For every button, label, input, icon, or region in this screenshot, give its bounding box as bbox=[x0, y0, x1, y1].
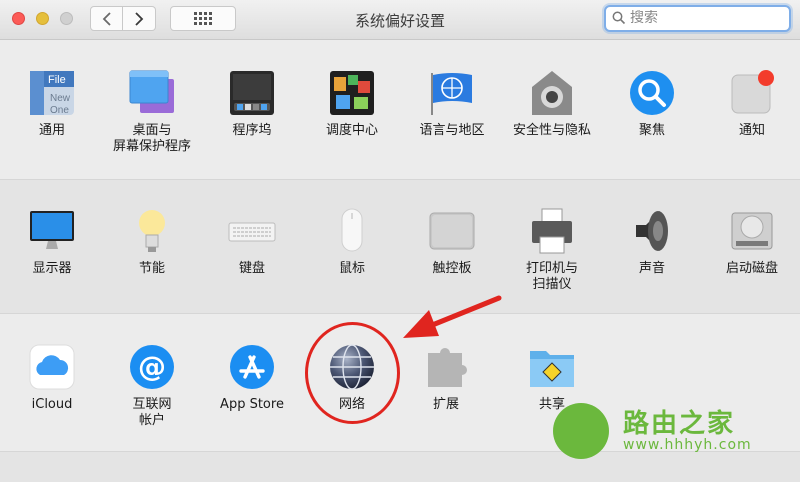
pref-keyboard[interactable]: 键盘 bbox=[204, 207, 300, 277]
pref-label: 启动磁盘 bbox=[725, 261, 778, 276]
pref-label: 扩展 bbox=[432, 397, 459, 412]
pref-label: 安全性与隐私 bbox=[512, 123, 591, 138]
displays-icon bbox=[30, 211, 74, 249]
mission-control-icon bbox=[330, 71, 374, 115]
icloud-icon bbox=[29, 344, 75, 390]
annotation-arrow-icon bbox=[403, 295, 502, 338]
pref-label: 桌面与 屏幕保护程序 bbox=[112, 123, 191, 154]
search-icon bbox=[612, 11, 626, 25]
pref-label: iCloud bbox=[31, 397, 73, 412]
pref-label: 节能 bbox=[138, 261, 165, 276]
pref-printers-scanners[interactable]: 打印机与 扫描仪 bbox=[504, 207, 600, 293]
dock-icon bbox=[230, 71, 274, 115]
spotlight-icon bbox=[630, 71, 674, 115]
pref-startup-disk[interactable]: 启动磁盘 bbox=[704, 207, 800, 277]
pref-icloud[interactable]: iCloud bbox=[4, 343, 100, 413]
pref-label: 程序坞 bbox=[232, 123, 272, 138]
svg-text:New: New bbox=[50, 93, 71, 104]
speaker-icon bbox=[636, 211, 668, 251]
mouse-icon bbox=[341, 208, 363, 252]
pref-general[interactable]: File New One 通用 bbox=[4, 69, 100, 139]
pref-label: 聚焦 bbox=[638, 123, 665, 138]
puzzle-piece-icon bbox=[428, 347, 467, 387]
svg-text:@: @ bbox=[138, 350, 166, 383]
pref-label: 语言与地区 bbox=[419, 123, 485, 138]
pref-label: 通用 bbox=[38, 123, 65, 138]
pref-sound[interactable]: 声音 bbox=[604, 207, 700, 277]
pref-label: 互联网 帐户 bbox=[132, 397, 172, 428]
svg-text:File: File bbox=[48, 74, 66, 86]
annotation-circle bbox=[305, 322, 400, 424]
pref-extensions[interactable]: 扩展 bbox=[398, 343, 494, 413]
pref-label: 声音 bbox=[638, 261, 665, 276]
desktop-screensaver-icon bbox=[129, 70, 174, 113]
keyboard-icon bbox=[228, 222, 276, 242]
security-privacy-icon bbox=[532, 71, 572, 115]
notifications-icon bbox=[731, 70, 774, 114]
pref-label: 打印机与 扫描仪 bbox=[525, 261, 578, 292]
hard-disk-icon bbox=[731, 212, 773, 250]
pref-app-store[interactable]: App Store bbox=[204, 343, 300, 413]
sharing-folder-icon bbox=[530, 351, 574, 387]
energy-saver-icon bbox=[139, 210, 165, 252]
language-region-icon bbox=[431, 73, 472, 115]
at-sign-icon: @ bbox=[130, 345, 174, 389]
pref-notifications[interactable]: 通知 bbox=[704, 69, 800, 139]
trackpad-icon bbox=[429, 212, 475, 250]
pref-label: 键盘 bbox=[238, 261, 265, 276]
pref-label: 通知 bbox=[738, 123, 765, 138]
watermark-title: 路由之家 bbox=[623, 409, 736, 439]
pref-label: 显示器 bbox=[32, 261, 72, 276]
pref-mouse[interactable]: 鼠标 bbox=[304, 207, 400, 277]
pref-label: 调度中心 bbox=[325, 123, 378, 138]
pref-internet-accounts[interactable]: @ 互联网 帐户 bbox=[104, 343, 200, 429]
pref-mission-control[interactable]: 调度中心 bbox=[304, 69, 400, 139]
pref-language-region[interactable]: 语言与地区 bbox=[404, 69, 500, 139]
general-icon: File New One bbox=[30, 71, 74, 116]
personal-prefs-row: File New One 通用 桌面与 屏幕保护程序 程序坞 调度中心 语言与地… bbox=[0, 41, 800, 178]
search-field[interactable] bbox=[604, 5, 791, 32]
app-store-icon bbox=[230, 345, 274, 389]
pref-dock[interactable]: 程序坞 bbox=[204, 69, 300, 139]
printer-icon bbox=[532, 208, 572, 254]
pref-displays[interactable]: 显示器 bbox=[4, 207, 100, 277]
pref-label: 触控板 bbox=[432, 261, 472, 276]
pref-label: App Store bbox=[220, 397, 284, 412]
pref-desktop-screensaver[interactable]: 桌面与 屏幕保护程序 bbox=[104, 69, 200, 155]
watermark: 路由之家 www.hhhyh.com bbox=[553, 395, 793, 465]
pref-security-privacy[interactable]: 安全性与隐私 bbox=[504, 69, 600, 139]
pref-energy-saver[interactable]: 节能 bbox=[104, 207, 200, 277]
watermark-logo-icon bbox=[553, 403, 609, 459]
search-input[interactable] bbox=[630, 10, 780, 26]
pref-trackpad[interactable]: 触控板 bbox=[404, 207, 500, 277]
svg-text:One: One bbox=[50, 105, 69, 116]
pref-spotlight[interactable]: 聚焦 bbox=[604, 69, 700, 139]
watermark-url: www.hhhyh.com bbox=[623, 437, 752, 453]
pref-label: 鼠标 bbox=[338, 261, 365, 276]
title-bar: 系统偏好设置 bbox=[0, 0, 800, 40]
